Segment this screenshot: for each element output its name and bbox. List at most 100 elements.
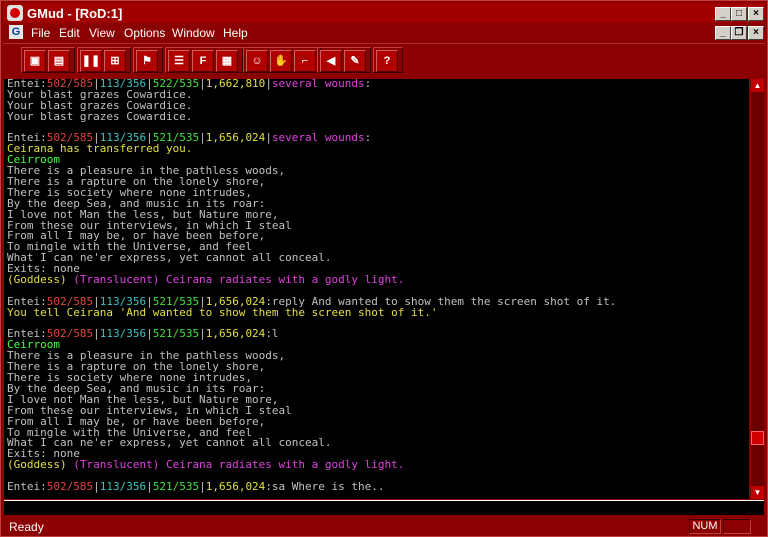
help-button[interactable]: ? <box>376 50 398 72</box>
menu-edit[interactable]: Edit <box>59 26 80 40</box>
terminal-segment: Entei: <box>7 479 47 493</box>
menu-window[interactable]: Window <box>172 26 215 40</box>
smiley-button[interactable]: ☺ <box>246 50 268 72</box>
terminal-line: You tell Ceirana 'And wanted to show the… <box>4 305 749 319</box>
title-bar[interactable]: GMud - [RoD:1] _ □ × <box>3 3 765 23</box>
terminal-segment: | <box>93 327 100 341</box>
gun-icon: ⌐ <box>301 55 309 67</box>
scroll-up-arrow-icon[interactable]: ▲ <box>751 79 764 92</box>
terminal-segment: | <box>265 79 272 90</box>
terminal-line: Entei:502/585|113/356|521/535|1,656,024:… <box>4 479 749 493</box>
toolbar-group: ⚑ <box>133 47 163 73</box>
menu-help[interactable]: Help <box>223 26 248 40</box>
child-restore-button[interactable]: ❐ <box>731 26 747 40</box>
terminal-segment: | <box>265 131 272 145</box>
terminal-segment: Your blast grazes Cowardice. <box>7 109 193 123</box>
menu-view[interactable]: View <box>89 26 115 40</box>
terminal-segment: 1,656,024 <box>205 327 266 341</box>
terminal-segment: (Translucent) Ceirana radiates with a go… <box>66 458 405 472</box>
terminal-segment: 521/535 <box>152 327 200 341</box>
hand-button[interactable]: ✋ <box>270 50 292 72</box>
app-window: GMud - [RoD:1] _ □ × G File Edit View Op… <box>0 0 768 537</box>
font-icon: F <box>199 55 207 67</box>
status-text: Ready <box>9 520 44 534</box>
terminal-segment: several wounds <box>271 79 365 90</box>
disconnect-button[interactable]: ▤ <box>48 50 70 72</box>
vertical-scrollbar[interactable]: ▲ ▼ <box>751 79 764 499</box>
toolbar-group: ☺ ✋ ⌐ <box>243 47 321 73</box>
terminal-segment: 1,662,810 <box>205 79 266 90</box>
script-icon: ⚑ <box>142 55 152 67</box>
scroll-down-arrow-icon[interactable]: ▼ <box>751 486 764 499</box>
terminal-segment: | <box>199 479 206 493</box>
log-icon: ☰ <box>174 55 184 67</box>
child-close-button[interactable]: × <box>748 26 764 40</box>
toolbar-group: ▣ ▤ <box>21 47 75 73</box>
speaker-icon: ◀ <box>326 55 336 67</box>
ansi-icon: ▦ <box>221 55 233 67</box>
terminal-segment: 1,656,024 <box>205 479 266 493</box>
hand-icon: ✋ <box>274 55 288 67</box>
terminal-line: Ceirana has transferred you. <box>4 143 749 155</box>
window-title: GMud - [RoD:1] <box>27 6 123 21</box>
connect-icon: ▣ <box>29 55 41 67</box>
terminal-segment: | <box>199 327 206 341</box>
terminal-line: (Goddess) (Translucent) Ceirana radiates… <box>4 273 749 287</box>
pen-icon: ✎ <box>350 55 360 67</box>
maximize-button[interactable]: □ <box>731 7 747 21</box>
minimize-button[interactable]: _ <box>715 7 731 21</box>
terminal-segment: (Translucent) Ceirana radiates with a go… <box>66 273 405 287</box>
terminal-segment: | <box>93 479 100 493</box>
pause-button[interactable]: ❚❚ <box>80 50 102 72</box>
disconnect-icon: ▤ <box>53 55 65 67</box>
toolbar-group: ☰ F ▦ <box>165 47 243 73</box>
terminal-segment: 502/585 <box>46 479 94 493</box>
gun-button[interactable]: ⌐ <box>294 50 316 72</box>
toolbar-group: ◀ ✎ <box>317 47 371 73</box>
terminal-segment: (Goddess) <box>7 273 67 287</box>
terminal-segment: | <box>146 479 153 493</box>
terminal-line: Your blast grazes Cowardice. <box>4 109 749 123</box>
toolbar-group: ? <box>373 47 403 73</box>
terminal-segment: several wounds <box>271 131 365 145</box>
terminal-line: (Goddess) (Translucent) Ceirana radiates… <box>4 458 749 472</box>
terminal-segment: You tell Ceirana 'And wanted to show the… <box>7 305 438 319</box>
terminal-line: What I can ne'er express, yet cannot all… <box>4 252 749 264</box>
pen-button[interactable]: ✎ <box>344 50 366 72</box>
terminal-segment: 113/356 <box>99 327 147 341</box>
terminal-segment: 1,656,024 <box>205 131 266 145</box>
terminal-segment: : <box>364 79 372 90</box>
sound-button[interactable]: ◀ <box>320 50 342 72</box>
child-minimize-button[interactable]: _ <box>715 26 731 40</box>
script-button[interactable]: ⚑ <box>136 50 158 72</box>
terminal-segment: (Goddess) <box>7 458 67 472</box>
command-input[interactable] <box>4 500 764 515</box>
scrollbar-thumb[interactable] <box>751 431 764 445</box>
menu-bar: G File Edit View Options Window Help _ ❐… <box>3 23 765 42</box>
terminal-output[interactable]: Entei:502/585|113/356|522/535|1,662,810|… <box>4 79 749 499</box>
app-logo-icon <box>7 5 23 21</box>
log-button[interactable]: ☰ <box>168 50 190 72</box>
menu-options[interactable]: Options <box>124 26 165 40</box>
font-button[interactable]: F <box>192 50 214 72</box>
terminal-segment: | <box>146 327 153 341</box>
ansi-button[interactable]: ▦ <box>216 50 238 72</box>
toolbar-group: ❚❚ ⊞ <box>77 47 131 73</box>
menu-file[interactable]: File <box>31 26 50 40</box>
terminal-segment: | <box>199 79 206 90</box>
terminal-line: What I can ne'er express, yet cannot all… <box>4 437 749 449</box>
terminal-segment: 113/356 <box>99 479 147 493</box>
num-lock-indicator: NUM <box>689 519 721 534</box>
terminal-line: Entei:502/585|113/356|521/535|1,656,024:… <box>4 327 749 341</box>
pause-icon: ❚❚ <box>81 55 101 67</box>
terminal-segment: :l <box>265 327 279 341</box>
status-panel <box>723 519 751 534</box>
document-icon[interactable]: G <box>9 25 23 39</box>
status-bar: Ready NUM <box>3 518 765 535</box>
connect-button[interactable]: ▣ <box>24 50 46 72</box>
grid-button[interactable]: ⊞ <box>104 50 126 72</box>
terminal-segment: :sa Where is the.. <box>265 479 385 493</box>
close-button[interactable]: × <box>748 7 764 21</box>
terminal-segment: : <box>364 131 372 145</box>
terminal-segment: | <box>199 131 206 145</box>
